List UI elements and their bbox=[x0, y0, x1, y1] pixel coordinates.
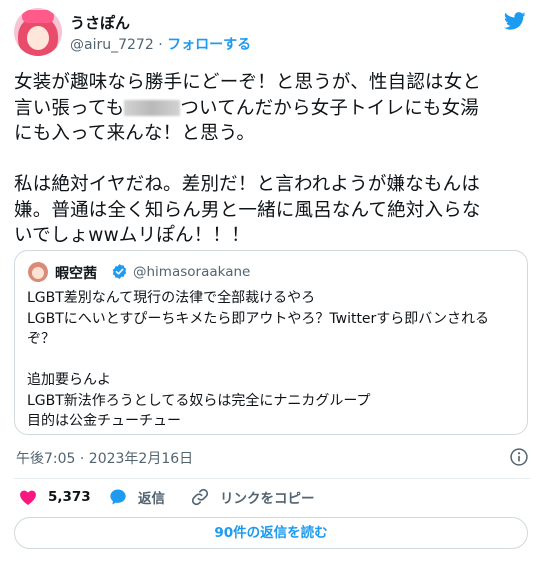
link-icon bbox=[191, 488, 209, 506]
author-display-name[interactable]: うさぽん bbox=[70, 12, 130, 33]
info-icon[interactable] bbox=[509, 447, 529, 467]
action-bar: 5,373 返信 リンクをコピー bbox=[18, 486, 528, 508]
avatar-badge bbox=[22, 10, 54, 23]
twitter-bird-icon[interactable] bbox=[502, 10, 528, 32]
reply-bubble-icon bbox=[110, 489, 126, 505]
author-subline: @airu_7272 · フォローする bbox=[70, 34, 251, 54]
read-replies-button[interactable]: 90件の返信を読む bbox=[14, 517, 528, 549]
like-button[interactable]: 5,373 bbox=[18, 486, 91, 508]
separator-dot: · bbox=[158, 37, 163, 53]
quoted-tweet-text: LGBT差別なんて現行の法律で全部裁けるやろ LGBTにへいとすぴーちキメたら即… bbox=[27, 290, 490, 429]
reply-button[interactable]: 返信 bbox=[108, 486, 165, 508]
heart-icon bbox=[20, 490, 36, 505]
like-count: 5,373 bbox=[48, 489, 91, 505]
divider bbox=[14, 478, 530, 479]
tweet-line-2-end: ついてんだから女子トイレにも女湯 bbox=[180, 97, 480, 119]
copy-link-button[interactable]: リンクをコピー bbox=[190, 486, 315, 508]
author-handle[interactable]: @airu_7272 bbox=[70, 37, 154, 53]
reply-label: 返信 bbox=[138, 491, 165, 507]
quoted-tweet-card[interactable]: 暇空茜 @himasoraakane LGBT差別なんて現行の法律で全部裁けるや… bbox=[14, 250, 528, 435]
quoted-author-handle[interactable]: @himasoraakane bbox=[133, 264, 250, 280]
author-avatar[interactable] bbox=[14, 8, 62, 56]
tweet-line-3: にも入って来んな！と思う。 bbox=[14, 123, 256, 144]
quoted-author-avatar[interactable] bbox=[28, 262, 48, 282]
avatar-face bbox=[27, 26, 49, 50]
verified-badge-icon bbox=[112, 264, 127, 279]
tweet-body: 女装が趣味なら勝手にどーぞ！と思うが、性自認は女と 言い張っても ついてんだから女… bbox=[14, 70, 530, 249]
copy-link-label: リンクをコピー bbox=[220, 491, 315, 507]
tweet-paragraph-2: 私は絶対イヤだね。差別だ！と言われようが嫌なもんは 嫌。普通は全く知らん男と一緒… bbox=[14, 174, 481, 246]
follow-button[interactable]: フォローする bbox=[167, 37, 251, 53]
tweet-line-1: 女装が趣味なら勝手にどーぞ！と思うが、性自認は女と bbox=[14, 72, 482, 93]
tweet-header: うさぽん @airu_7272 · フォローする bbox=[14, 8, 534, 62]
tweet-line-2-start: 言い張っても bbox=[14, 97, 125, 119]
quoted-author-name[interactable]: 暇空茜 bbox=[55, 263, 97, 283]
quoted-avatar-face bbox=[32, 267, 44, 279]
tweet-timestamp[interactable]: 午後7:05 · 2023年2月16日 bbox=[16, 448, 193, 468]
redaction-blur bbox=[124, 99, 181, 116]
